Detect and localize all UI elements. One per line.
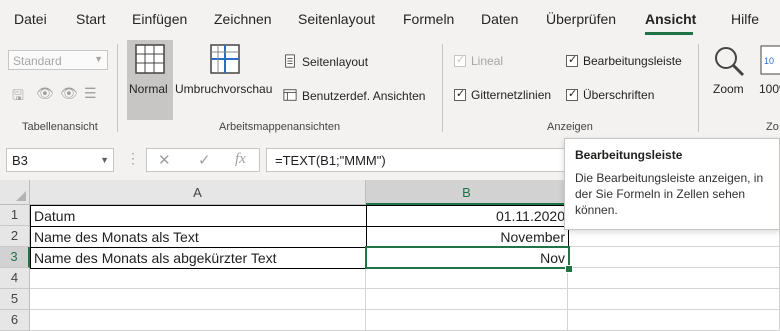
cancel-icon[interactable]: ✕ (158, 151, 171, 169)
group-divider (442, 44, 443, 132)
fill-handle[interactable] (565, 265, 573, 273)
cell-c5[interactable] (568, 289, 780, 310)
page-break-preview-icon[interactable] (210, 44, 240, 74)
active-tab-indicator (645, 32, 693, 35)
tooltip-body: Die Bearbeitungsleiste anzeigen, in der … (575, 171, 764, 217)
checkbox-box (566, 53, 578, 67)
group-label-tabellenansicht: Tabellenansicht (22, 121, 98, 133)
tab-hilfe[interactable]: Hilfe (731, 11, 759, 27)
tab-zeichnen[interactable]: Zeichnen (214, 11, 272, 27)
page-layout-icon (285, 54, 295, 68)
cell-b4[interactable] (366, 268, 568, 289)
custom-views-label: Benutzerdef. Ansichten (302, 89, 426, 103)
cell-b1[interactable]: 01.11.2020 (366, 205, 569, 227)
ruler-checkbox[interactable]: Lineal (454, 53, 504, 68)
zoom-100-icon[interactable]: 10 (760, 44, 780, 78)
headings-checkbox[interactable]: Überschriften (566, 87, 655, 102)
gridlines-label: Gitternetzlinien (471, 88, 552, 102)
row-header[interactable]: 2 (0, 226, 30, 247)
headings-label: Überschriften (583, 88, 655, 102)
cell-a1[interactable]: Datum (30, 205, 367, 227)
name-box[interactable]: B3 ▼ (6, 148, 114, 172)
tab-formeln[interactable]: Formeln (403, 11, 454, 27)
row-header[interactable]: 3 (0, 247, 30, 268)
tab-daten[interactable]: Daten (481, 11, 518, 27)
tab-datei[interactable]: Datei (14, 11, 47, 27)
custom-views-icon (283, 89, 297, 101)
tooltip-title: Bearbeitungsleiste (575, 148, 683, 162)
cell-b2[interactable]: November (366, 226, 569, 248)
page-layout-button[interactable]: Seitenlayout (282, 54, 368, 69)
sheet-view-select[interactable]: Standard ▼ (8, 50, 108, 70)
formula-text: =TEXT(B1;"MMM") (275, 153, 386, 168)
insert-function-icon[interactable]: fx (235, 151, 246, 168)
new-view-icon[interactable]: 👁 (60, 85, 78, 102)
row-header[interactable]: 1 (0, 205, 30, 226)
group-label-zoom: Zo (766, 121, 779, 133)
normal-view-label: Normal (129, 82, 168, 96)
enter-icon[interactable]: ✓ (198, 151, 211, 169)
ruler-label: Lineal (471, 54, 504, 68)
row-header[interactable]: 4 (0, 268, 30, 289)
column-header-a[interactable]: A (30, 180, 366, 205)
custom-views-button[interactable]: Benutzerdef. Ansichten (282, 88, 425, 103)
normal-view-icon (135, 44, 165, 74)
group-label-arbeitsmappenansichten: Arbeitsmappenansichten (219, 121, 341, 133)
checkbox-box (566, 87, 578, 101)
menu-bar: Datei Start Einfügen Zeichnen Seitenlayo… (0, 0, 780, 38)
group-divider (117, 44, 118, 132)
group-divider (698, 44, 699, 132)
cell-b6[interactable] (366, 310, 568, 331)
name-box-value: B3 (12, 153, 28, 168)
gridlines-checkbox[interactable]: Gitternetzlinien (454, 87, 552, 102)
cell-b3[interactable]: Nov (366, 247, 569, 269)
cell-a2[interactable]: Name des Monats als Text (30, 226, 367, 248)
tab-einfuegen[interactable]: Einfügen (132, 11, 187, 27)
checkbox-box (454, 87, 466, 101)
row-header[interactable]: 5 (0, 289, 30, 310)
cell-a5[interactable] (30, 289, 366, 310)
zoom-label[interactable]: Zoom (713, 82, 744, 96)
chevron-down-icon: ▼ (94, 54, 103, 64)
cell-a4[interactable] (30, 268, 366, 289)
cell-b5[interactable] (366, 289, 568, 310)
column-header-b[interactable]: B (366, 180, 568, 205)
group-label-anzeigen: Anzeigen (547, 121, 593, 133)
zoom-100-label[interactable]: 100% (759, 82, 780, 96)
checkbox-box (454, 53, 466, 67)
exit-view-icon[interactable]: 👁 (36, 85, 54, 102)
formula-bar-checkbox[interactable]: Bearbeitungsleiste (566, 53, 682, 68)
options-icon[interactable]: ☰ (84, 85, 97, 102)
zoom-100-icon-text: 10 (764, 56, 774, 66)
keep-view-icon[interactable]: 🖫 (12, 85, 24, 109)
cell-c3[interactable] (568, 247, 780, 268)
sheet-view-select-value: Standard (13, 54, 62, 68)
row-header[interactable]: 6 (0, 310, 30, 331)
zoom-magnifier-icon[interactable] (712, 44, 746, 78)
cell-c4[interactable] (568, 268, 780, 289)
cell-c6[interactable] (568, 310, 780, 331)
page-layout-label: Seitenlayout (302, 55, 369, 69)
tab-seitenlayout[interactable]: Seitenlayout (298, 11, 375, 27)
cell-a3[interactable]: Name des Monats als abgekürzter Text (30, 247, 367, 269)
tab-ansicht[interactable]: Ansicht (645, 11, 696, 27)
select-all-corner[interactable] (0, 180, 30, 205)
page-break-preview-label[interactable]: Umbruchvorschau (175, 82, 272, 96)
tab-start[interactable]: Start (76, 11, 106, 27)
tab-ueberpruefen[interactable]: Überprüfen (546, 11, 616, 27)
formula-bar-tooltip: Bearbeitungsleiste Die Bearbeitungsleist… (564, 138, 780, 230)
cell-a6[interactable] (30, 310, 366, 331)
chevron-down-icon: ▼ (100, 155, 109, 165)
more-options-icon[interactable]: ⋮ (126, 150, 140, 167)
formula-bar-label: Bearbeitungsleiste (583, 54, 682, 68)
